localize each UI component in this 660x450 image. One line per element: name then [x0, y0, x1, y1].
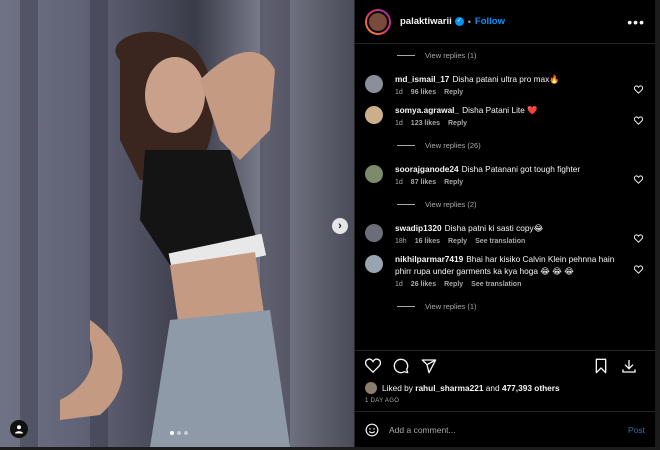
view-replies-link[interactable]: View replies (1) — [355, 296, 655, 316]
comment-age: 1d — [395, 89, 403, 96]
verified-badge-icon: ✓ — [454, 17, 464, 26]
comment-item: swadip1320 Disha patni ki sasti copy😂 18h 1… — [355, 222, 655, 245]
comment-like-heart-icon[interactable] — [633, 112, 644, 125]
commenter-avatar[interactable] — [365, 255, 383, 273]
post-comment-button[interactable]: Post — [628, 425, 645, 435]
separator-dot: • — [467, 16, 471, 27]
liker-avatar — [365, 382, 377, 394]
post-date: 1 DAY AGO — [365, 398, 400, 404]
like-heart-icon[interactable] — [363, 356, 383, 376]
comment-age: 1d — [395, 120, 403, 127]
commenter-username[interactable]: nikhilparmar7419 — [395, 254, 463, 264]
comments-list: View replies (1) md_ismail_17 Disha patani… — [355, 45, 655, 348]
likes-prefix: Liked by — [382, 383, 413, 393]
share-icon[interactable] — [419, 356, 439, 376]
carousel-dot — [177, 431, 181, 435]
replies-line — [397, 203, 415, 205]
carousel-dot — [170, 431, 174, 435]
likes-count[interactable]: 477,393 others — [502, 383, 560, 393]
comments-panel: palaktiwarii ✓ • Follow ••• View replies… — [354, 0, 655, 447]
reply-button[interactable]: Reply — [448, 238, 467, 245]
view-replies-label: View replies (2) — [425, 199, 477, 209]
commenter-username[interactable]: swadip1320 — [395, 223, 442, 233]
comment-item: somya.agrawal_ Disha Patani Lite ❤️ 1d 123 … — [355, 104, 655, 127]
reply-button[interactable]: Reply — [444, 89, 463, 96]
commenter-username[interactable]: md_ismail_17 — [395, 74, 449, 84]
view-replies-label: View replies (1) — [425, 50, 477, 60]
liker-username[interactable]: rahul_sharma221 — [415, 383, 483, 393]
comment-age: 1d — [395, 179, 403, 186]
download-icon[interactable] — [619, 356, 639, 376]
reply-button[interactable]: Reply — [444, 281, 463, 288]
comment-item: nikhilparmar7419 Bhai har kisiko Calvin K… — [355, 253, 655, 288]
more-options-icon[interactable]: ••• — [627, 14, 645, 30]
likes-summary: Liked by rahul_sharma221 and 477,393 oth… — [365, 382, 560, 394]
carousel-dot — [184, 431, 188, 435]
comment-like-heart-icon[interactable] — [633, 81, 644, 94]
view-replies-link[interactable]: View replies (1) — [355, 45, 655, 65]
comment-text: Disha Patani Lite ❤️ — [462, 105, 538, 115]
comment-like-heart-icon[interactable] — [633, 230, 644, 243]
replies-line — [397, 305, 415, 307]
comment-text: Disha patani ultra pro max🔥 — [452, 74, 560, 84]
carousel-indicator — [170, 431, 188, 435]
next-image-button[interactable]: › — [332, 218, 348, 234]
post-modal: › palaktiwarii ✓ • Follow ••• View repli… — [0, 0, 655, 447]
view-replies-link[interactable]: View replies (26) — [355, 135, 655, 155]
view-replies-label: View replies (26) — [425, 140, 481, 150]
comment-item: soorajganode24 Disha Patanani got tough f… — [355, 163, 655, 186]
reply-button[interactable]: Reply — [448, 120, 467, 127]
comment-item: md_ismail_17 Disha patani ultra pro max🔥 1… — [355, 73, 655, 96]
comment-icon[interactable] — [391, 356, 411, 376]
commenter-username[interactable]: somya.agrawal_ — [395, 105, 459, 115]
author-avatar[interactable] — [365, 8, 391, 35]
see-translation-button[interactable]: See translation — [471, 281, 521, 288]
replies-line — [397, 144, 415, 146]
save-bookmark-icon[interactable] — [591, 356, 611, 376]
tagged-user-icon[interactable] — [10, 420, 28, 438]
model-photo — [60, 31, 290, 447]
comment-input[interactable]: Add a comment... — [389, 425, 456, 435]
commenter-avatar[interactable] — [365, 106, 383, 124]
view-replies-link[interactable]: View replies (2) — [355, 194, 655, 214]
replies-line — [397, 54, 415, 56]
commenter-username[interactable]: soorajganode24 — [395, 164, 459, 174]
post-image: › — [0, 0, 354, 447]
see-translation-button[interactable]: See translation — [475, 238, 525, 245]
comment-likes[interactable]: 96 likes — [411, 89, 436, 96]
view-replies-label: View replies (1) — [425, 301, 477, 311]
comment-likes[interactable]: 16 likes — [415, 238, 440, 245]
add-comment-bar: Add a comment... Post — [355, 411, 655, 447]
follow-button[interactable]: Follow — [475, 16, 505, 27]
commenter-avatar[interactable] — [365, 75, 383, 93]
comment-text: Disha patni ki sasti copy😂 — [444, 223, 544, 233]
emoji-icon[interactable] — [365, 423, 379, 437]
comment-likes[interactable]: 26 likes — [411, 281, 436, 288]
likes-connector: and — [485, 383, 500, 393]
commenter-avatar[interactable] — [365, 165, 383, 183]
reply-button[interactable]: Reply — [444, 179, 463, 186]
author-username[interactable]: palaktiwarii — [400, 16, 452, 27]
comment-like-heart-icon[interactable] — [633, 261, 644, 274]
comment-age: 18h — [395, 238, 407, 245]
comment-text: Disha Patanani got tough fighter — [461, 164, 581, 174]
comment-age: 1d — [395, 281, 403, 288]
comment-like-heart-icon[interactable] — [633, 171, 644, 184]
comment-likes[interactable]: 123 likes — [411, 120, 440, 127]
comment-likes[interactable]: 87 likes — [411, 179, 436, 186]
commenter-avatar[interactable] — [365, 224, 383, 242]
action-bar — [355, 350, 655, 380]
post-header: palaktiwarii ✓ • Follow ••• — [355, 0, 655, 44]
